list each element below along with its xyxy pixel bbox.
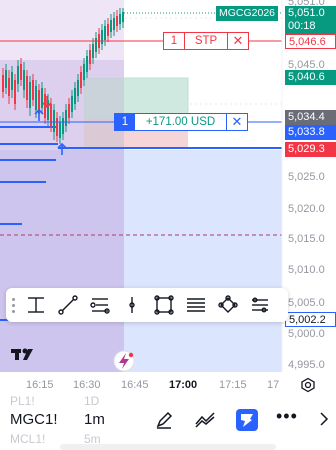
horizontal-line-price: 5,002.2: [285, 312, 336, 327]
home-indicator: [60, 444, 276, 450]
candle: [122, 12, 124, 22]
candle: [65, 110, 67, 126]
candle: [8, 78, 10, 96]
time-label-1630: 16:30: [73, 379, 101, 391]
time-label-1715: 17:15: [219, 379, 247, 391]
interval-picker[interactable]: 1m: [84, 411, 105, 428]
trend-line-icon[interactable]: [52, 288, 84, 322]
time-label-1645: 16:45: [121, 379, 149, 391]
candle: [62, 118, 64, 134]
position-qty: 1: [115, 114, 135, 130]
candle: [26, 76, 28, 100]
position-close-icon[interactable]: ✕: [227, 114, 247, 130]
alert-price: 5,029.3: [285, 142, 336, 157]
symbol-picker-prev[interactable]: PL1!: [10, 394, 35, 408]
candle: [29, 82, 31, 108]
fib-retracement-icon[interactable]: [84, 288, 116, 322]
candle: [2, 75, 4, 92]
bottom-bar: PL1! 1D MGC1! 1m MCL1! 5m •••: [0, 394, 336, 450]
position-blue-zone: [124, 150, 282, 372]
price-label-5015: 5,015.0: [288, 233, 325, 245]
candle: [68, 104, 70, 118]
price-label-5020: 5,020.0: [288, 203, 325, 215]
candle: [95, 38, 97, 52]
candle: [14, 80, 16, 104]
position-box[interactable]: 1 +171.00 USD ✕: [114, 113, 248, 131]
stop-order-close-icon[interactable]: ✕: [228, 33, 248, 49]
last-price-value: 5,051.0: [288, 7, 325, 19]
candle: [80, 72, 82, 88]
price-label-5025: 5,025.0: [288, 171, 325, 183]
time-label-1615: 16:15: [26, 379, 54, 391]
interval-picker-prev[interactable]: 1D: [84, 394, 99, 408]
parallel-channel-icon[interactable]: [180, 288, 212, 322]
candle: [17, 66, 19, 84]
candle: [50, 104, 52, 126]
rectangle-icon[interactable]: [148, 288, 180, 322]
stop-order-box[interactable]: 1 STP ✕: [163, 32, 249, 50]
settings-icon[interactable]: [300, 377, 316, 393]
candle: [35, 86, 37, 110]
candle: [59, 122, 61, 138]
price-label-5005: 5,005.0: [288, 297, 325, 309]
candle: [23, 70, 25, 90]
candle: [20, 64, 22, 80]
drawing-toolbar[interactable]: [6, 288, 288, 322]
candle: [53, 110, 55, 132]
bar-countdown: 00:18: [288, 20, 316, 32]
candle: [113, 18, 115, 30]
symbol-picker[interactable]: MGC1!: [10, 411, 58, 428]
drawing-pen-icon[interactable]: [154, 410, 174, 435]
candle: [92, 44, 94, 58]
candle: [104, 26, 106, 40]
chevron-right-icon[interactable]: [318, 412, 330, 431]
candle: [86, 56, 88, 72]
trade-button[interactable]: [236, 409, 258, 431]
candle: [77, 80, 79, 96]
candle: [110, 20, 112, 32]
take-profit-price: 5,040.6: [285, 70, 336, 85]
symbol-tag: MGCG2026: [216, 6, 278, 21]
more-tools-icon[interactable]: [244, 288, 276, 322]
candle: [74, 88, 76, 104]
vertical-line-icon[interactable]: [116, 288, 148, 322]
more-menu-icon[interactable]: •••: [276, 406, 298, 427]
symbol-picker-next[interactable]: MCL1!: [10, 432, 45, 446]
indicators-icon[interactable]: [194, 410, 216, 435]
position-entry-price: 5,034.4: [285, 110, 336, 125]
candle: [119, 14, 121, 24]
last-price-label: 5,051.0 00:18: [285, 6, 336, 34]
candle: [32, 80, 34, 100]
candle: [107, 24, 109, 36]
price-label-5000: 5,000.0: [288, 328, 325, 340]
time-label-1700: 17:00: [169, 379, 198, 391]
position-mark-price: 5,033.8: [285, 125, 336, 140]
price-label-4995: 4,995.0: [288, 359, 325, 371]
stop-order-label: STP: [194, 35, 218, 47]
candle: [56, 118, 58, 136]
candle: [101, 30, 103, 44]
candle: [83, 64, 85, 80]
time-label-17: 17: [267, 379, 280, 391]
candle: [116, 16, 118, 26]
stop-order-qty: 1: [170, 35, 178, 47]
price-label-5010: 5,010.0: [288, 264, 325, 276]
candle: [41, 88, 43, 108]
position-pnl: +171.00 USD: [145, 116, 216, 128]
measure-tool-icon[interactable]: [20, 288, 52, 322]
lightning-icon[interactable]: [113, 350, 135, 372]
candle: [5, 70, 7, 88]
candle: [89, 50, 91, 64]
position-blue-zone-overlap: [0, 150, 124, 372]
stop-order-price: 5,046.6: [285, 34, 336, 49]
toolbar-grip-handle[interactable]: [6, 297, 20, 313]
candle: [71, 96, 73, 112]
path-icon[interactable]: [212, 288, 244, 322]
candle: [11, 72, 13, 90]
